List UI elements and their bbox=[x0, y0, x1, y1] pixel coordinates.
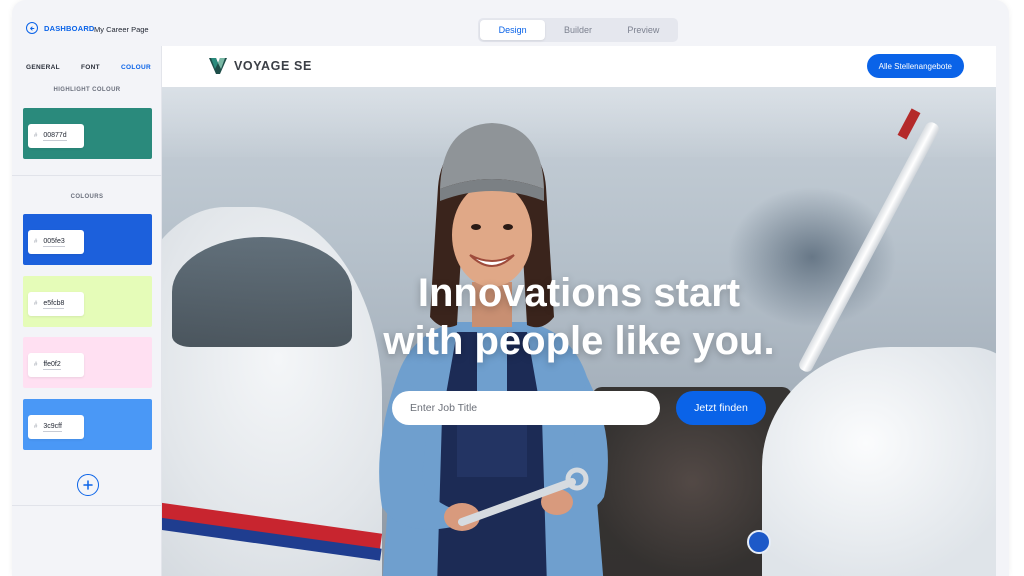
divider bbox=[12, 505, 162, 506]
job-title-input[interactable] bbox=[410, 402, 640, 414]
job-search-field[interactable] bbox=[392, 391, 660, 425]
sidebar-tabs: GENERAL FONT COLOUR bbox=[12, 46, 161, 71]
hex-field[interactable]: # 00877d bbox=[28, 124, 84, 148]
app-window: DASHBOARD My Career Page Design Builder … bbox=[12, 0, 1009, 576]
hex-value: 005fe3 bbox=[43, 237, 65, 247]
hex-field[interactable]: # e5fcb8 bbox=[28, 292, 84, 316]
hero-section: Innovations start with people like you. … bbox=[162, 87, 996, 576]
sidebar-tab-general[interactable]: GENERAL bbox=[26, 64, 60, 71]
tab-builder[interactable]: Builder bbox=[545, 20, 610, 40]
hash-label: # bbox=[34, 133, 38, 139]
divider bbox=[12, 175, 162, 176]
page-name: My Career Page bbox=[94, 25, 149, 34]
hash-label: # bbox=[34, 239, 38, 245]
hex-field[interactable]: # 005fe3 bbox=[28, 230, 84, 254]
colour-swatch[interactable]: # 005fe3 bbox=[23, 214, 152, 265]
settings-sidebar: GENERAL FONT COLOUR HIGHLIGHT COLOUR # 0… bbox=[12, 46, 162, 576]
highlight-colour-swatch[interactable]: # 00877d bbox=[23, 108, 152, 159]
colour-swatch[interactable]: # ffe0f2 bbox=[23, 337, 152, 388]
hero-headline: Innovations start with people like you. bbox=[162, 269, 996, 365]
hex-value: 3c9cff bbox=[43, 422, 62, 432]
hex-field[interactable]: # ffe0f2 bbox=[28, 353, 84, 377]
hex-value: 00877d bbox=[43, 131, 67, 141]
add-colour-button[interactable] bbox=[77, 474, 99, 496]
sidebar-tab-colour[interactable]: COLOUR bbox=[121, 64, 151, 71]
headline-line-1: Innovations start bbox=[417, 271, 741, 315]
hex-value: ffe0f2 bbox=[43, 360, 61, 370]
find-jobs-button[interactable]: Jetzt finden bbox=[676, 391, 766, 425]
colour-swatch[interactable]: # 3c9cff bbox=[23, 399, 152, 450]
site-logo[interactable]: VOYAGE SE bbox=[208, 57, 312, 75]
tab-design[interactable]: Design bbox=[480, 20, 546, 40]
back-to-dashboard-button[interactable]: DASHBOARD bbox=[26, 22, 95, 34]
hex-field[interactable]: # 3c9cff bbox=[28, 415, 84, 439]
mode-tabs: Design Builder Preview bbox=[478, 18, 678, 42]
career-page-preview: VOYAGE SE Alle Stellenangebote Innovatio… bbox=[162, 46, 996, 576]
back-label: DASHBOARD bbox=[44, 23, 95, 33]
hash-label: # bbox=[34, 301, 38, 307]
hash-label: # bbox=[34, 362, 38, 368]
site-header: VOYAGE SE Alle Stellenangebote bbox=[162, 46, 996, 87]
colour-swatch[interactable]: # e5fcb8 bbox=[23, 276, 152, 327]
hex-value: e5fcb8 bbox=[43, 299, 65, 309]
headline-line-2: with people like you. bbox=[383, 319, 775, 363]
sidebar-tab-font[interactable]: FONT bbox=[81, 64, 100, 71]
colours-title: COLOURS bbox=[70, 194, 104, 200]
plus-icon bbox=[83, 480, 93, 490]
highlight-colour-title: HIGHLIGHT COLOUR bbox=[53, 87, 121, 93]
voyage-logo-icon bbox=[209, 58, 227, 74]
hash-label: # bbox=[34, 424, 38, 430]
tab-preview[interactable]: Preview bbox=[611, 20, 676, 40]
top-bar: DASHBOARD My Career Page Design Builder … bbox=[12, 0, 1009, 46]
arrow-left-icon bbox=[26, 22, 38, 34]
all-jobs-button[interactable]: Alle Stellenangebote bbox=[866, 54, 964, 78]
logo-text: VOYAGE SE bbox=[234, 59, 312, 73]
